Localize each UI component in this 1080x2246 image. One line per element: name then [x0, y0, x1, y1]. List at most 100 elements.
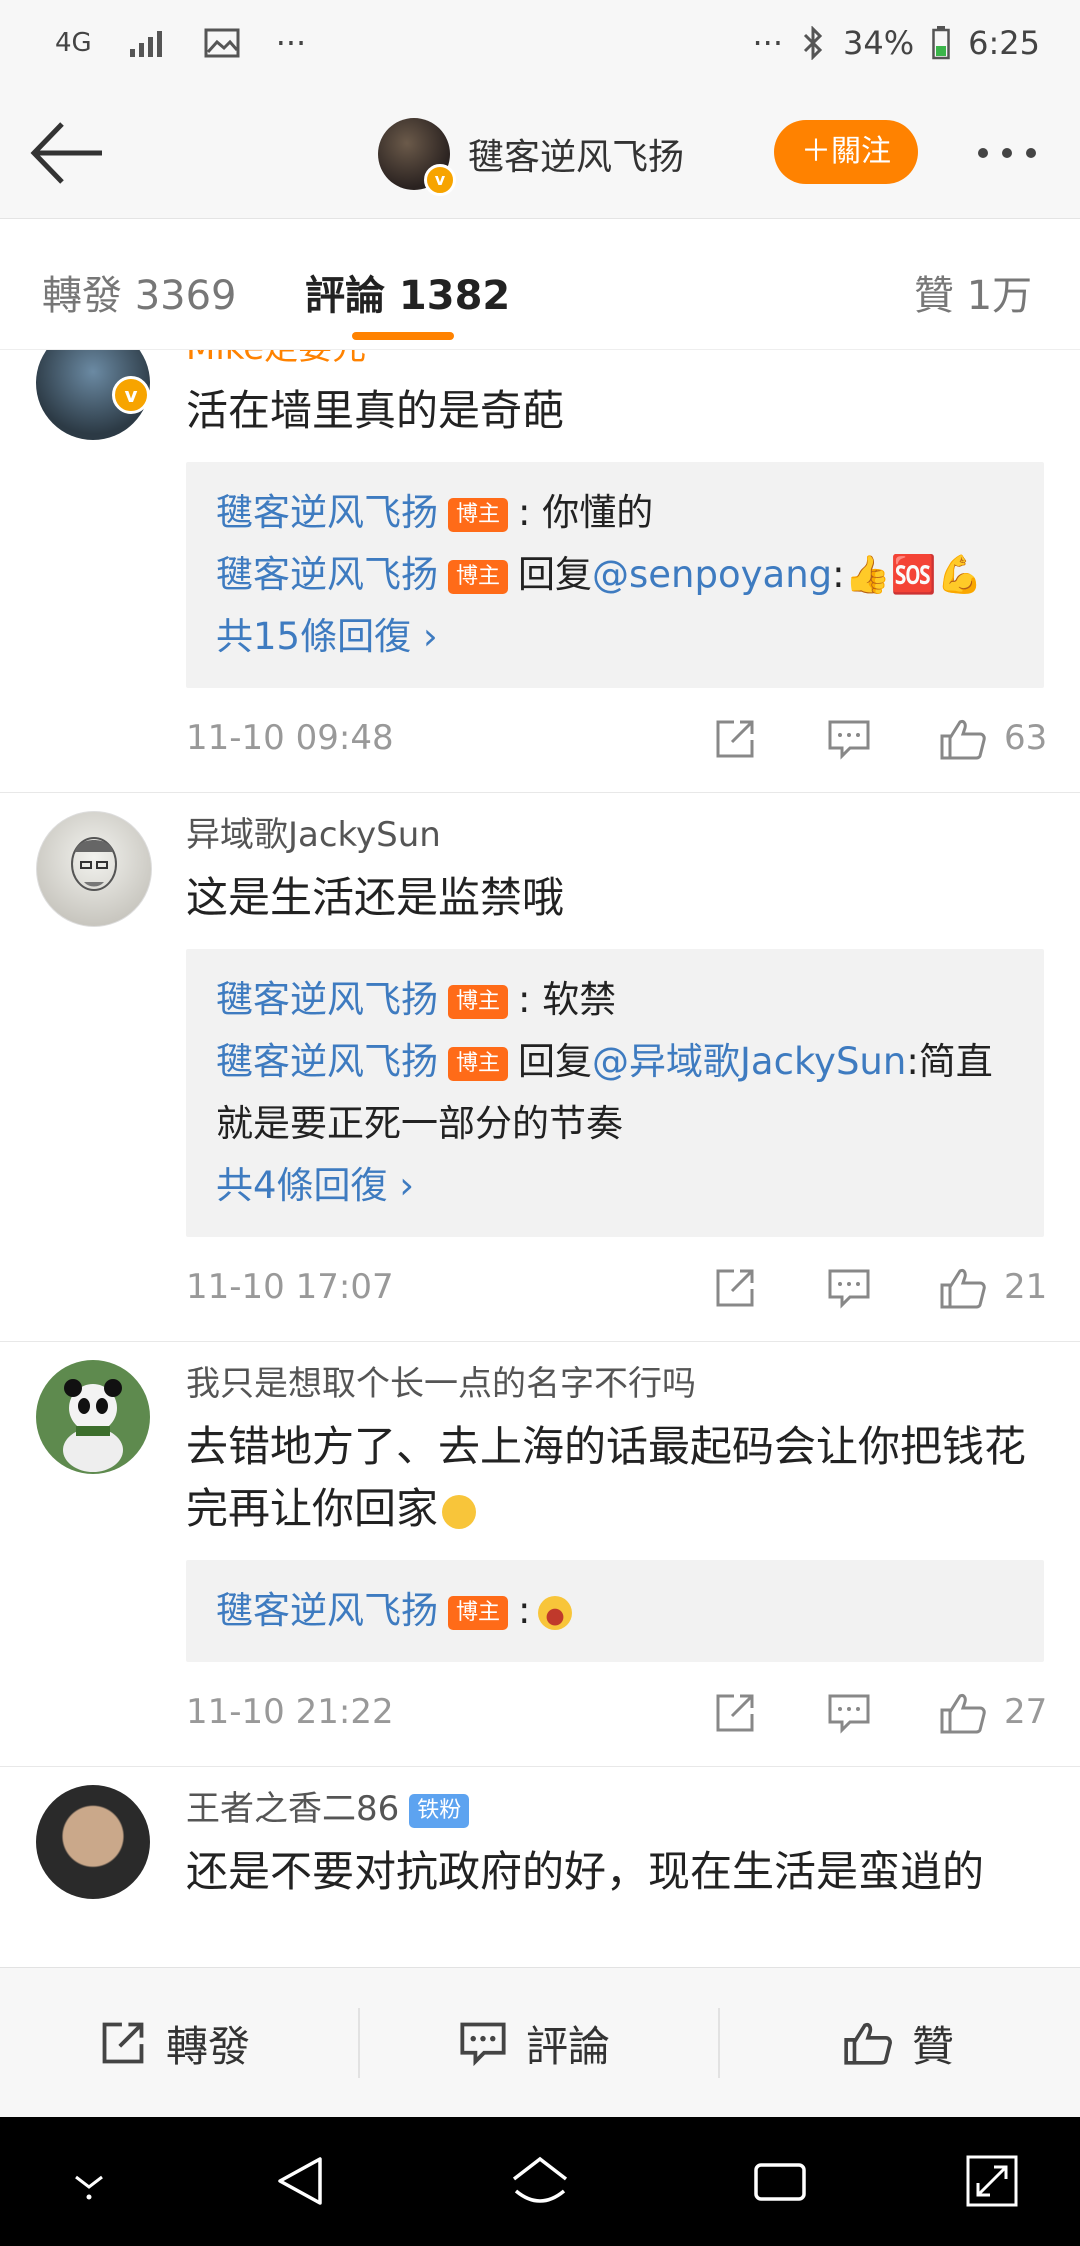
comment-item: 异域歌JackySun 这是生活还是监禁哦 毽客逆风飞扬 博主: 软禁 毽客逆风飞…	[0, 793, 1080, 1342]
commenter-avatar[interactable]	[36, 1360, 150, 1474]
panda-icon	[63, 1379, 123, 1472]
commenter-avatar[interactable]	[36, 811, 152, 927]
status-dots: ···	[752, 24, 784, 62]
comment-text: 这是生活还是监禁哦	[186, 873, 565, 922]
like-icon[interactable]	[938, 716, 988, 762]
reply-mention[interactable]: @senpoyang	[592, 553, 832, 596]
commenter-name-text[interactable]: 王者之香二86	[186, 1789, 399, 1829]
commenter-name: 王者之香二86 铁粉	[186, 1787, 1044, 1831]
blogger-tag: 博主	[448, 497, 509, 532]
reply-author[interactable]: 毽客逆风飞扬	[216, 491, 438, 534]
home-nav-icon[interactable]	[508, 2151, 572, 2211]
blogger-tag: 博主	[448, 1046, 509, 1081]
reply-mention[interactable]: @异域歌JackySun	[592, 1040, 906, 1083]
commenter-avatar[interactable]	[36, 1785, 150, 1899]
comment-meta: 11-10 21:22 27	[186, 1662, 1048, 1766]
comment-icon	[460, 2022, 506, 2067]
comment-item: v Mike走要元 活在墙里真的是奇葩 毽客逆风飞扬博主 : 你懂的 毽客逆风飞扬…	[0, 350, 1080, 793]
status-bar: 4G ··· ··· 34% 6:25	[0, 0, 1080, 90]
top-bar: v 毽客逆风飞扬 ＋關注	[0, 90, 1080, 219]
reply-author[interactable]: 毽客逆风飞扬	[216, 978, 438, 1021]
comment-time: 11-10 21:22	[186, 1692, 394, 1732]
replies-box[interactable]: 毽客逆风飞扬 博主:	[186, 1560, 1044, 1662]
reply-line: 毽客逆风飞扬 博主: 软禁	[216, 969, 1014, 1031]
share-icon[interactable]	[712, 1265, 758, 1311]
commenter-name[interactable]: Mike走要元	[186, 350, 1044, 370]
user-avatar[interactable]: v	[378, 118, 456, 196]
like-button[interactable]: 贊	[842, 1968, 954, 2118]
comment-icon[interactable]	[826, 1265, 872, 1311]
follow-button[interactable]: ＋關注	[774, 120, 918, 184]
recents-nav-icon[interactable]	[750, 2151, 810, 2211]
comment-text: 活在墙里真的是奇葩	[186, 386, 565, 435]
tab-indicator	[352, 332, 454, 340]
blogger-tag: 博主	[448, 1595, 509, 1630]
expand-icon[interactable]	[962, 2151, 1022, 2211]
more-replies-link[interactable]: 共4條回復 ›	[216, 1155, 1014, 1217]
share-icon[interactable]	[712, 716, 758, 762]
comment-label: 評論	[526, 2021, 611, 2071]
back-nav-icon[interactable]	[272, 2151, 332, 2211]
like-count: 63	[1004, 718, 1048, 758]
like-count: 21	[1004, 1267, 1048, 1307]
fan-tag: 铁粉	[409, 1793, 470, 1828]
reply-line: 毽客逆风飞扬 博主 : 你懂的	[216, 482, 1014, 544]
comment-time: 11-10 17:07	[186, 1267, 394, 1307]
more-replies-link[interactable]: 共15條回復 ›	[216, 606, 1014, 668]
commenter-name[interactable]: 异域歌JackySun	[186, 813, 1044, 857]
tab-likes[interactable]: 贊 1万	[914, 263, 1032, 321]
battery-percent: 34%	[843, 24, 915, 62]
hide-keyboard-icon[interactable]	[64, 2151, 114, 2211]
comment-time: 11-10 09:48	[186, 718, 394, 758]
reply-prefix: 回复	[518, 1040, 593, 1083]
blogger-tag: 博主	[448, 559, 509, 594]
like-icon[interactable]	[938, 1690, 988, 1736]
sketch-face-icon	[71, 837, 117, 891]
back-arrow-icon[interactable]	[28, 118, 108, 188]
bluetooth-icon	[803, 26, 823, 60]
tab-repost[interactable]: 轉發 3369	[42, 263, 237, 321]
like-icon	[844, 2023, 892, 2065]
comment-meta: 11-10 17:07 21	[186, 1237, 1048, 1341]
share-icon	[102, 2022, 144, 2064]
replies-box[interactable]: 毽客逆风飞扬 博主: 软禁 毽客逆风飞扬 博主 回复@异域歌JackySun:简直就是…	[186, 949, 1044, 1237]
system-nav-bar	[0, 2117, 1080, 2246]
like-count: 27	[1004, 1692, 1048, 1732]
like-icon[interactable]	[938, 1265, 988, 1311]
battery-icon	[932, 26, 950, 60]
replies-box[interactable]: 毽客逆风飞扬 博主 : 你懂的 毽客逆风飞扬 博主 回复@senpoyang:👍🆘💪 共…	[186, 462, 1044, 688]
comment-item: 王者之香二86 铁粉 还是不要对抗政府的好，现在生活是蛮逍的	[0, 1767, 1080, 1903]
comment-feed[interactable]: v Mike走要元 活在墙里真的是奇葩 毽客逆风飞扬博主: 你懂的 毽客逆风飞扬…	[0, 350, 1080, 1967]
network-label: 4G	[55, 28, 92, 58]
reply-author[interactable]: 毽客逆风飞扬	[216, 553, 438, 596]
reply-prefix: 回复	[518, 553, 593, 596]
overflow-dots: ···	[275, 24, 307, 62]
commenter-name[interactable]: 我只是想取个长一点的名字不行吗	[186, 1362, 1044, 1406]
reply-author[interactable]: 毽客逆风飞扬	[216, 1589, 438, 1632]
signal-icon	[129, 31, 162, 57]
repost-label: 轉發	[166, 2021, 251, 2071]
thinking-emoji-icon	[442, 1494, 477, 1529]
comment-icon[interactable]	[826, 716, 872, 762]
share-icon[interactable]	[712, 1690, 758, 1736]
tab-comments[interactable]: 評論 1382	[305, 263, 510, 321]
divider	[358, 2008, 360, 2078]
repost-button[interactable]: 轉發	[98, 1968, 250, 2118]
reply-line: 毽客逆风飞扬 博主 回复@senpoyang:👍🆘💪	[216, 544, 1014, 606]
verified-badge-icon: v	[112, 376, 150, 414]
verified-badge-icon: v	[424, 164, 456, 196]
commenter-avatar[interactable]: v	[36, 350, 150, 440]
like-label: 贊	[912, 2021, 955, 2071]
reply-text: : 你懂的	[518, 491, 654, 534]
reply-text: :	[518, 1589, 531, 1632]
comment-button[interactable]: 評論	[458, 1968, 610, 2118]
reply-line: 毽客逆风飞扬 博主 回复@异域歌JackySun:简直就是要正死一部分的节奏	[216, 1031, 1014, 1155]
reply-author[interactable]: 毽客逆风飞扬	[216, 1040, 438, 1083]
tab-bar: 轉發 3369 評論 1382 贊 1万	[0, 219, 1080, 350]
comment-text-content: 去错地方了、去上海的话最起码会让你把钱花完再让你回家	[186, 1422, 1027, 1533]
comment-icon[interactable]	[826, 1690, 872, 1736]
comment-text: 还是不要对抗政府的好，现在生活是蛮逍的	[186, 1847, 985, 1896]
image-icon	[204, 28, 240, 58]
more-options-icon[interactable]	[978, 148, 1036, 158]
user-name[interactable]: 毽客逆风飞扬	[468, 128, 684, 180]
